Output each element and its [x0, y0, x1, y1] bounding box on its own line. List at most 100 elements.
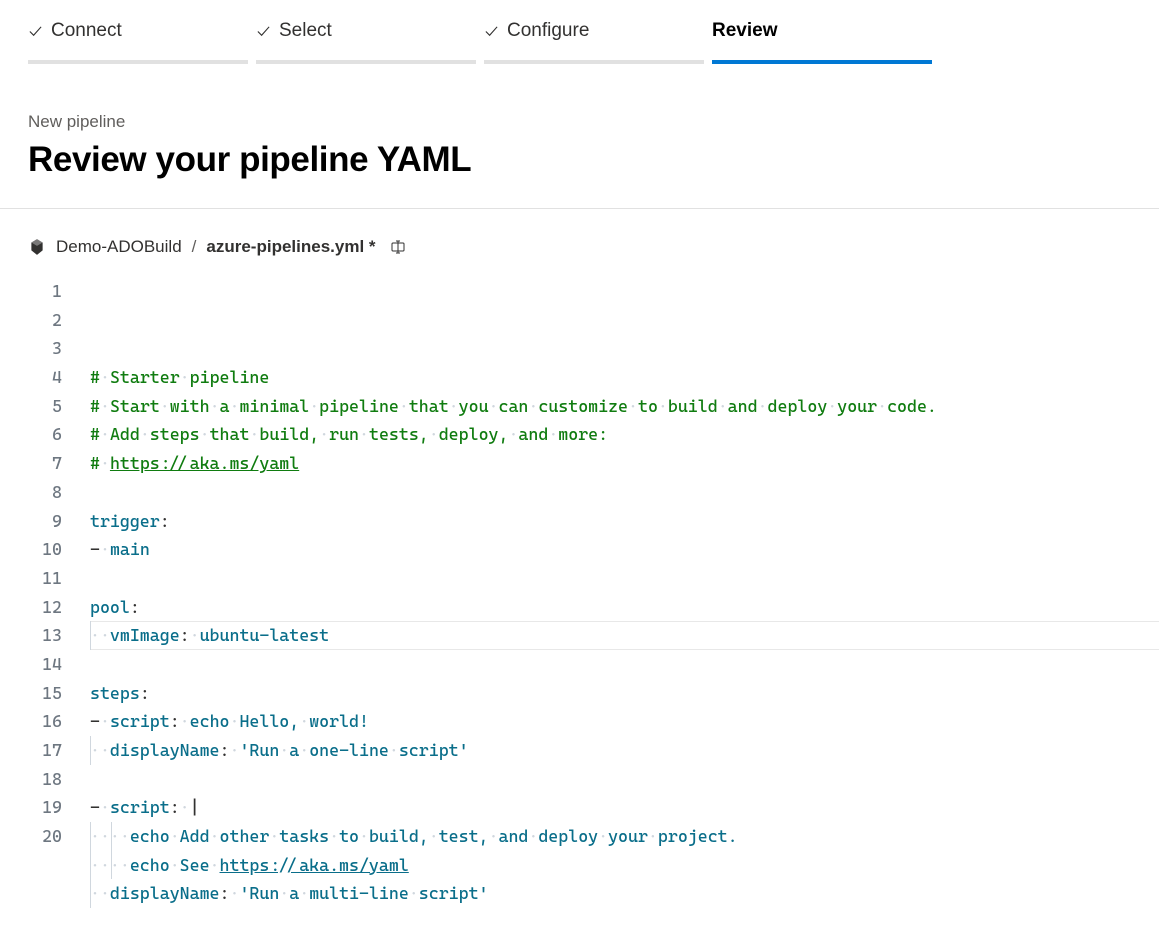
code-token: ·	[200, 424, 210, 444]
code-token: vmImage	[110, 625, 180, 645]
step-review[interactable]: Review	[712, 20, 932, 64]
code-line[interactable]: #·Add·steps·that·build,·run·tests,·deplo…	[90, 420, 1159, 449]
code-line[interactable]: steps:	[90, 679, 1159, 708]
code-token: ·	[229, 883, 239, 903]
line-number: 3	[0, 334, 62, 363]
code-line[interactable]: ··vmImage:·ubuntu-latest	[90, 621, 1159, 650]
code-line[interactable]: pool:	[90, 593, 1159, 622]
code-token: ·	[309, 396, 319, 416]
editor-gutter: 1234567891011121314151617181920	[0, 277, 90, 937]
code-line[interactable]: ··displayName:·'Run·a·multi-line·script'	[90, 879, 1159, 908]
code-token: ·	[160, 396, 170, 416]
code-token: multi-line	[309, 883, 409, 903]
code-token: ·	[229, 711, 239, 731]
code-token: -	[90, 711, 100, 731]
code-token: your	[837, 396, 877, 416]
code-token: ·	[877, 396, 887, 416]
code-token: you	[459, 396, 489, 416]
page-header: New pipeline Review your pipeline YAML	[0, 64, 1159, 209]
code-line[interactable]	[90, 650, 1159, 679]
step-configure[interactable]: Configure	[484, 20, 704, 64]
code-token: ·	[210, 855, 220, 875]
code-token: ·	[279, 740, 289, 760]
line-number: 15	[0, 679, 62, 708]
code-line[interactable]: #·Start·with·a·minimal·pipeline·that·you…	[90, 392, 1159, 421]
code-token: more:	[558, 424, 608, 444]
code-token: ·	[489, 826, 499, 846]
code-line[interactable]	[90, 765, 1159, 794]
indent-guide	[90, 851, 91, 880]
code-token: ·	[140, 424, 150, 444]
breadcrumb-file: azure-pipelines.yml *	[206, 237, 375, 257]
code-token: ·	[399, 396, 409, 416]
code-line[interactable]: #·Starter·pipeline	[90, 363, 1159, 392]
code-line[interactable]: trigger:	[90, 507, 1159, 536]
code-token: ·	[548, 424, 558, 444]
code-token: :	[220, 883, 230, 903]
check-icon	[28, 24, 43, 39]
indent-guide	[90, 736, 91, 765]
code-line[interactable]	[90, 478, 1159, 507]
step-label: Review	[712, 20, 777, 42]
code-token: ·	[429, 424, 439, 444]
rename-icon[interactable]	[390, 239, 406, 255]
code-line[interactable]	[90, 564, 1159, 593]
code-token: displayName	[110, 883, 220, 903]
line-number: 17	[0, 736, 62, 765]
code-line[interactable]: ····echo·Add·other·tasks·to·build,·test,…	[90, 822, 1159, 851]
code-token: -	[90, 539, 100, 559]
code-token: tests,	[369, 424, 429, 444]
page-title: Review your pipeline YAML	[28, 140, 1131, 180]
code-token: ·	[429, 826, 439, 846]
yaml-editor[interactable]: 1234567891011121314151617181920 #·Starte…	[0, 273, 1159, 937]
code-line[interactable]: -·script:·echo·Hello,·world!	[90, 707, 1159, 736]
code-token: ·	[319, 424, 329, 444]
code-token: ·	[528, 396, 538, 416]
editor-code[interactable]: #·Starter·pipeline#·Start·with·a·minimal…	[90, 277, 1159, 937]
step-select[interactable]: Select	[256, 20, 476, 64]
code-token: :	[170, 711, 180, 731]
code-token: ·	[249, 424, 259, 444]
code-line[interactable]: #·https://aka.ms/yaml	[90, 449, 1159, 478]
code-token: :	[160, 511, 170, 531]
code-token: ·	[190, 625, 200, 645]
code-line[interactable]: ··displayName:·'Run·a·one-line·script'	[90, 736, 1159, 765]
code-token: ·	[100, 539, 110, 559]
code-token: script	[110, 797, 170, 817]
code-token: ·	[279, 883, 289, 903]
line-number: 6	[0, 420, 62, 449]
code-token: steps	[90, 683, 140, 703]
code-token: ·	[299, 711, 309, 731]
code-line[interactable]	[90, 908, 1159, 937]
code-token: #	[90, 453, 100, 473]
code-token: ·	[758, 396, 768, 416]
breadcrumb-repo[interactable]: Demo-ADOBuild	[56, 237, 182, 257]
code-line[interactable]: -·main	[90, 535, 1159, 564]
code-token: ·	[598, 826, 608, 846]
code-token: ·	[269, 826, 279, 846]
code-token: ·	[180, 367, 190, 387]
code-token: world!	[309, 711, 369, 731]
step-connect[interactable]: Connect	[28, 20, 248, 64]
step-bar	[256, 60, 476, 64]
code-token: test,	[439, 826, 489, 846]
check-icon	[484, 24, 499, 39]
code-token: 'Run	[239, 740, 279, 760]
code-token: ·	[299, 740, 309, 760]
check-icon	[256, 24, 271, 39]
code-token: pipeline	[319, 396, 399, 416]
code-token: one-line	[309, 740, 389, 760]
code-token: minimal	[239, 396, 309, 416]
code-token: ·	[100, 396, 110, 416]
code-line[interactable]: ····echo·See·https://aka.ms/yaml	[90, 851, 1159, 880]
code-token: ··	[90, 625, 110, 645]
code-token: trigger	[90, 511, 160, 531]
step-label: Select	[279, 20, 332, 42]
code-line[interactable]: -·script:·|	[90, 793, 1159, 822]
code-token: run	[329, 424, 359, 444]
code-token: script	[110, 711, 170, 731]
code-token: #	[90, 424, 100, 444]
code-token: ·	[359, 826, 369, 846]
line-number: 19	[0, 793, 62, 822]
code-token: script'	[419, 883, 489, 903]
